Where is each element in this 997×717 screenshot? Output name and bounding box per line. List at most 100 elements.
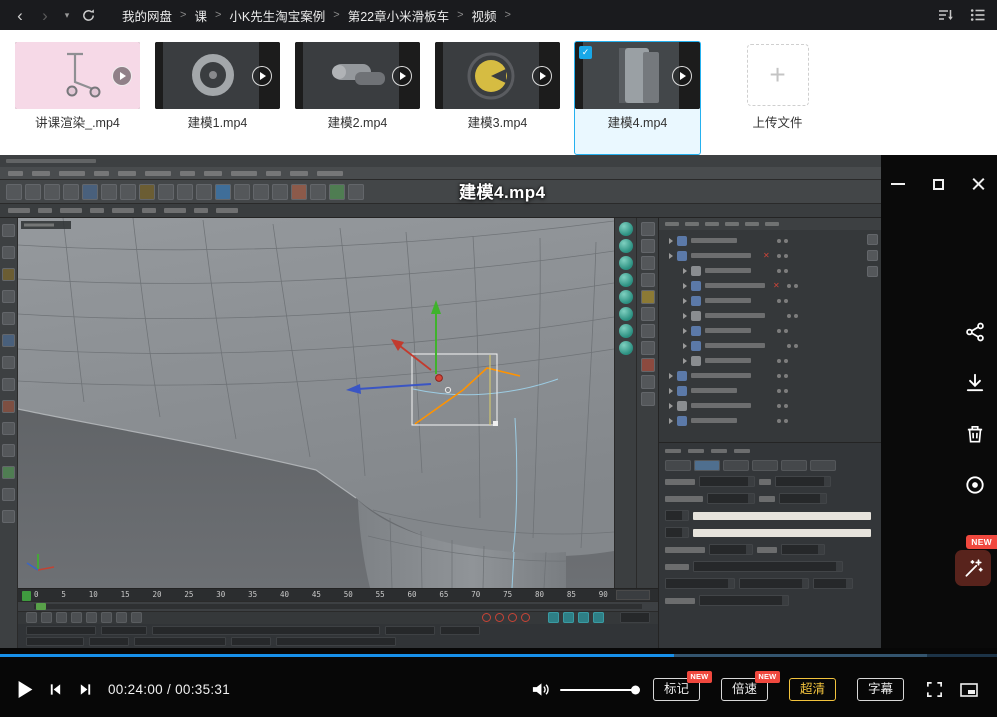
delete-button[interactable] (958, 417, 992, 451)
c4d-menu-item (290, 171, 308, 176)
player-progress-played (0, 654, 674, 657)
c4d-transport-icon (116, 612, 127, 623)
c4d-timeline-handle (36, 603, 46, 610)
c4d-mode-toolbar (0, 204, 881, 218)
breadcrumb-link[interactable]: 小K先生淘宝案例 (229, 6, 325, 25)
c4d-attr-tab (810, 460, 836, 471)
play-overlay-icon[interactable] (672, 66, 692, 86)
file-card-model3[interactable]: 建模3.mp4 (434, 41, 561, 155)
magic-wand-icon (962, 557, 984, 579)
c4d-layer-icons (867, 234, 878, 277)
c4d-snap-column (636, 218, 658, 588)
play-icon (18, 681, 33, 698)
fullscreen-button[interactable] (925, 680, 944, 699)
progress-bar[interactable] (0, 654, 997, 657)
c4d-timeline-slider (18, 601, 658, 610)
video-thumbnail (155, 42, 280, 109)
new-badge: NEW (687, 671, 712, 683)
timeline-tick: 85 (567, 591, 576, 599)
c4d-object-row (663, 323, 793, 338)
breadcrumb-link[interactable]: 我的网盘 (122, 6, 172, 25)
sort-icon[interactable] (938, 8, 954, 22)
breadcrumb-item: 第22章小米滑板车 > (348, 6, 472, 25)
previous-video-button[interactable] (48, 682, 63, 697)
file-card-model2[interactable]: 建模2.mp4 (294, 41, 421, 155)
timeline-tick: 65 (439, 591, 448, 599)
download-button[interactable] (958, 366, 992, 400)
theater-mode-button[interactable] (959, 681, 979, 699)
c4d-toolbar-icon (272, 184, 288, 200)
c4d-toolbar-icon (234, 184, 250, 200)
c4d-menu-item (204, 171, 222, 176)
back-icon[interactable]: ‹ (12, 7, 28, 24)
c4d-snap-icon (641, 290, 655, 304)
c4d-snap-icon (641, 358, 655, 372)
c4d-transport-icon (131, 612, 142, 623)
c4d-titlebar (0, 155, 881, 167)
file-thumbnail-strip: 讲课渲染_.mp4 建模1.mp4 建模2.mp4 (0, 30, 997, 155)
c4d-menu-item (94, 171, 109, 176)
breadcrumb-link[interactable]: 课 (194, 6, 207, 25)
play-overlay-icon[interactable] (112, 66, 132, 86)
c4d-snap-icon (641, 307, 655, 321)
upload-file-tile[interactable]: 上传文件 (714, 41, 841, 155)
timeline-tick: 60 (407, 591, 416, 599)
play-overlay-icon[interactable] (532, 66, 552, 86)
video-surface[interactable]: 0 51015202530354045505560657075808590 (0, 155, 997, 648)
volume-slider-handle[interactable] (631, 685, 640, 694)
view-toggle-icon[interactable] (970, 8, 985, 22)
c4d-toolbar-icon (25, 184, 41, 200)
c4d-toolbar-icon (139, 184, 155, 200)
c4d-toolbar-icon (101, 184, 117, 200)
c4d-snap-icon (641, 222, 655, 236)
side-action-toolbar (958, 315, 992, 502)
c4d-om-menu-item (685, 222, 699, 226)
c4d-app-frame: 0 51015202530354045505560657075808590 (0, 155, 881, 648)
play-overlay-icon[interactable] (392, 66, 412, 86)
volume-slider[interactable] (560, 689, 638, 691)
file-name: 建模4.mp4 (608, 116, 668, 131)
video-thumbnail (15, 42, 140, 109)
c4d-menu-item (8, 171, 23, 176)
c4d-attr-tab (665, 460, 691, 471)
play-button[interactable] (18, 681, 33, 698)
c4d-timeline-fields (18, 624, 658, 648)
c4d-material-sphere-icon (619, 256, 633, 270)
subtitle-button[interactable]: 字幕 (857, 678, 904, 701)
c4d-tool-icon (2, 444, 15, 457)
c4d-frame-field (616, 590, 650, 600)
c4d-attr-tab (752, 460, 778, 471)
file-card-model1[interactable]: 建模1.mp4 (154, 41, 281, 155)
share-button[interactable] (958, 315, 992, 349)
history-dropdown-icon[interactable]: ▾ (62, 11, 72, 20)
next-video-button[interactable] (78, 682, 93, 697)
file-card-model4-selected[interactable]: 建模4.mp4 (574, 41, 701, 155)
file-card-lecture-render[interactable]: 讲课渲染_.mp4 (14, 41, 141, 155)
c4d-mode-item (112, 208, 134, 213)
timeline-tick: 70 (471, 591, 480, 599)
c4d-object-row (663, 368, 793, 383)
volume-button[interactable] (531, 681, 550, 698)
c4d-viewport (18, 218, 614, 588)
selected-checkbox[interactable] (579, 46, 592, 59)
refresh-icon[interactable] (81, 8, 97, 23)
c4d-attr-tab (723, 460, 749, 471)
timeline-tick: 10 (89, 591, 98, 599)
breadcrumb-link[interactable]: 视频 (472, 6, 497, 25)
speed-button[interactable]: 倍速 NEW (721, 678, 768, 701)
c4d-toolbar (0, 180, 881, 204)
c4d-toolbar-icon (215, 184, 231, 200)
quality-button[interactable]: 超清 (789, 678, 836, 701)
forward-icon[interactable]: › (37, 7, 53, 24)
upload-plus-icon[interactable] (747, 44, 809, 106)
breadcrumb-link[interactable]: 第22章小米滑板车 (348, 6, 449, 25)
timeline-tick: 90 (599, 591, 608, 599)
record-gif-button[interactable] (958, 468, 992, 502)
c4d-mode-item (38, 208, 52, 213)
c4d-object-row (663, 293, 793, 308)
c4d-material-sphere-icon (619, 239, 633, 253)
play-overlay-icon[interactable] (252, 66, 272, 86)
mark-button[interactable]: 标记 NEW (653, 678, 700, 701)
timeline-tick: 5 (61, 591, 66, 599)
magic-wand-button[interactable] (955, 550, 991, 586)
